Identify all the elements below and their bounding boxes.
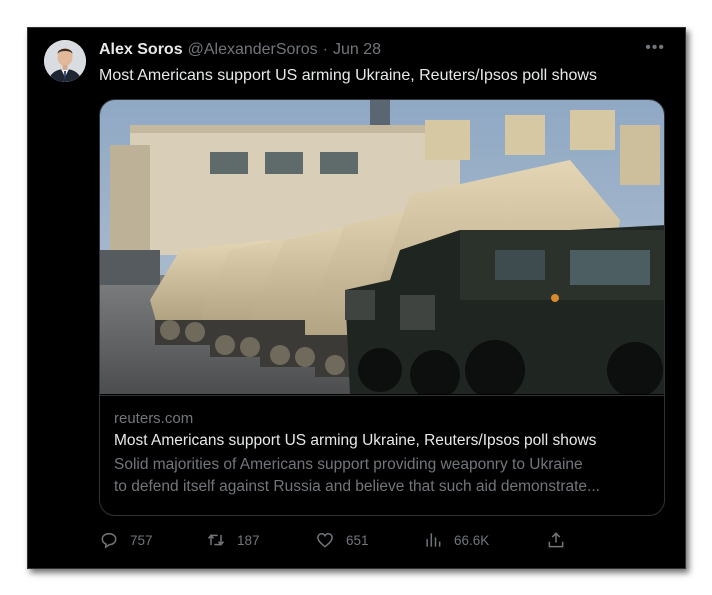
card-info[interactable]: reuters.com Most Americans support US ar… — [100, 395, 664, 515]
retweet-icon — [207, 534, 225, 546]
views-count: 66.6K — [454, 532, 490, 548]
military-vehicles-photo — [100, 100, 664, 400]
reply-count: 757 — [130, 532, 153, 548]
tweet-date[interactable]: Jun 28 — [333, 41, 381, 59]
card-domain: reuters.com — [114, 410, 194, 427]
like-count: 651 — [346, 532, 369, 548]
reply-button[interactable]: 757 — [99, 528, 153, 552]
profile-photo — [44, 40, 86, 82]
tweet-text: Most Americans support US arming Ukraine… — [99, 67, 597, 84]
retweet-button[interactable]: 187 — [206, 528, 260, 552]
share-button[interactable] — [546, 528, 566, 552]
retweet-count: 187 — [237, 532, 260, 548]
views-button[interactable]: 66.6K — [423, 528, 489, 552]
heart-icon — [317, 532, 333, 548]
tweet-header: Alex Soros @AlexanderSoros · Jun 28 ••• — [99, 39, 665, 63]
reply-icon — [101, 532, 117, 549]
card-image[interactable] — [100, 100, 664, 400]
card-title: Most Americans support US arming Ukraine… — [114, 432, 597, 449]
card-description-line-1: Solid majorities of Americans support pr… — [114, 456, 583, 473]
card-description-line-2: to defend itself against Russia and beli… — [114, 478, 600, 495]
tweet-actions: 757 187 651 66.6K — [99, 528, 569, 552]
views-icon — [426, 533, 441, 547]
separator-dot: · — [322, 41, 329, 58]
author-handle[interactable]: @AlexanderSoros — [188, 41, 318, 59]
author-name[interactable]: Alex Soros — [99, 41, 183, 59]
more-options-icon[interactable]: ••• — [645, 39, 665, 57]
link-preview-card[interactable]: reuters.com Most Americans support US ar… — [99, 99, 665, 516]
share-icon — [548, 532, 564, 548]
like-button[interactable]: 651 — [315, 528, 369, 552]
card-description: Solid majorities of Americans support pr… — [114, 454, 654, 498]
avatar[interactable] — [44, 40, 86, 82]
tweet-card[interactable]: Alex Soros @AlexanderSoros · Jun 28 ••• … — [27, 27, 686, 569]
